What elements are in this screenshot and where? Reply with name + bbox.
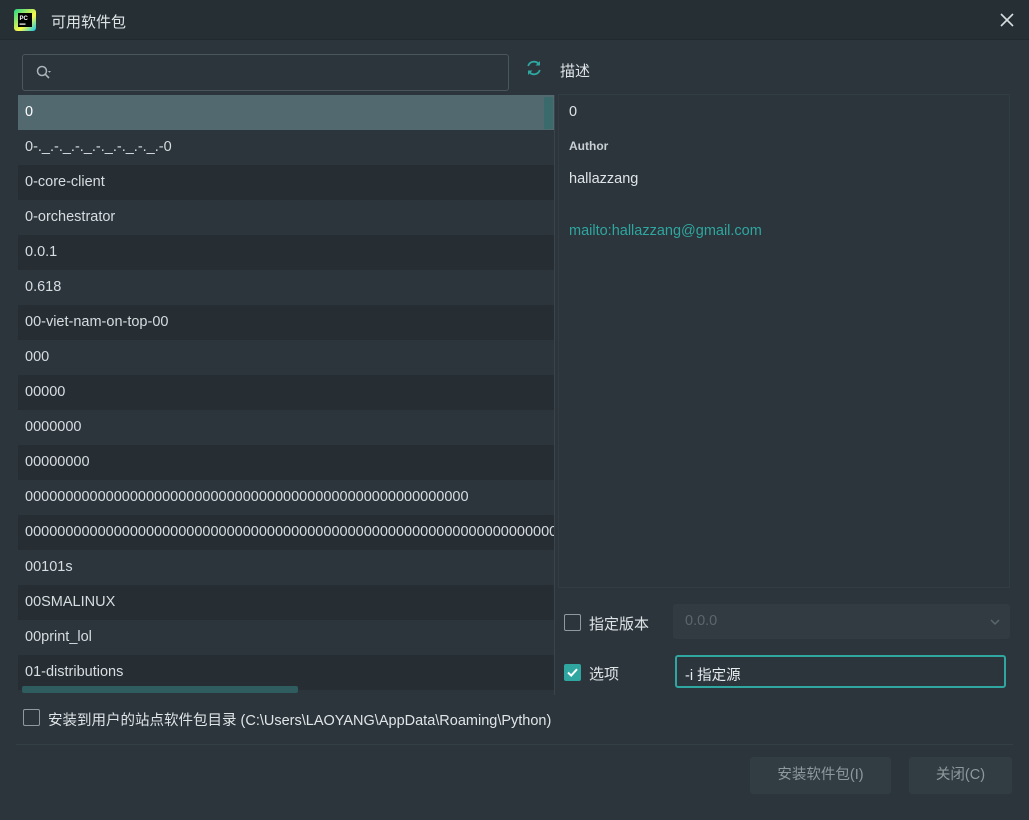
close-icon[interactable]	[997, 10, 1017, 30]
checkmark-icon	[567, 668, 578, 678]
package-list-item[interactable]: 00101s	[18, 550, 554, 585]
pycharm-icon: PC	[14, 9, 36, 31]
options-input-value: -i 指定源	[685, 668, 741, 684]
version-select[interactable]: 0.0.0	[673, 604, 1010, 639]
options-input[interactable]: -i 指定源	[675, 655, 1006, 688]
description-panel: 0 Author hallazzang mailto:hallazzang@gm…	[558, 94, 1010, 588]
package-list-item[interactable]: 00print_lol	[18, 620, 554, 655]
search-icon	[36, 65, 51, 79]
window-title: 可用软件包	[51, 14, 127, 31]
package-list-item[interactable]: 00000000	[18, 445, 554, 480]
refresh-icon[interactable]	[524, 58, 544, 78]
specify-version-checkbox[interactable]	[564, 614, 581, 631]
specify-version-label: 指定版本	[589, 616, 650, 633]
svg-text:PC: PC	[20, 16, 29, 22]
package-list-item[interactable]: 0000000	[18, 410, 554, 445]
version-select-value: 0.0.0	[685, 613, 718, 629]
options-checkbox[interactable]	[564, 664, 581, 681]
chevron-down-icon	[990, 619, 1000, 626]
title-bar: PC 可用软件包	[0, 0, 1029, 40]
package-name: 0	[25, 104, 34, 120]
footer-divider	[16, 744, 1013, 745]
package-list-item[interactable]: 00000	[18, 375, 554, 410]
package-list-item[interactable]: 01-distributions	[18, 655, 554, 690]
author-name: hallazzang	[569, 171, 639, 187]
author-email-link[interactable]: mailto:hallazzang@gmail.com	[569, 223, 762, 239]
package-list-item[interactable]: 0	[18, 95, 554, 130]
vertical-scrollbar[interactable]	[544, 97, 553, 129]
package-list-item[interactable]: 0-core-client	[18, 165, 554, 200]
package-list-item[interactable]: 0000000000000000000000000000000000000000…	[18, 480, 554, 515]
install-to-user-checkbox[interactable]	[23, 709, 40, 726]
package-list-item[interactable]: 0-orchestrator	[18, 200, 554, 235]
install-package-button[interactable]: 安装软件包(I)	[750, 757, 891, 794]
horizontal-scrollbar[interactable]	[22, 686, 298, 693]
author-label: Author	[569, 139, 609, 153]
package-version: 0	[569, 104, 578, 120]
package-list-item[interactable]: 0000000000000000000000000000000000000000…	[18, 515, 554, 550]
search-field[interactable]	[22, 54, 509, 91]
package-list-item[interactable]: 00SMALINUX	[18, 585, 554, 620]
package-list-item[interactable]: 0.618	[18, 270, 554, 305]
close-button[interactable]: 关闭(C)	[909, 757, 1012, 794]
package-list-item[interactable]: 000	[18, 340, 554, 375]
search-input[interactable]	[61, 59, 501, 87]
install-to-user-label: 安装到用户的站点软件包目录 (C:\Users\LAOYANG\AppData\…	[48, 713, 552, 729]
package-list-item[interactable]: 0.0.1	[18, 235, 554, 270]
options-label: 选项	[589, 666, 620, 683]
description-heading: 描述	[560, 63, 591, 80]
package-list-item[interactable]: 00-viet-nam-on-top-00	[18, 305, 554, 340]
package-list[interactable]: 0 0-._.-._.-._.-._.-._.-._.-0 0-core-clien…	[18, 95, 555, 695]
package-list-item[interactable]: 0-._.-._.-._.-._.-._.-._.-0	[18, 130, 554, 165]
